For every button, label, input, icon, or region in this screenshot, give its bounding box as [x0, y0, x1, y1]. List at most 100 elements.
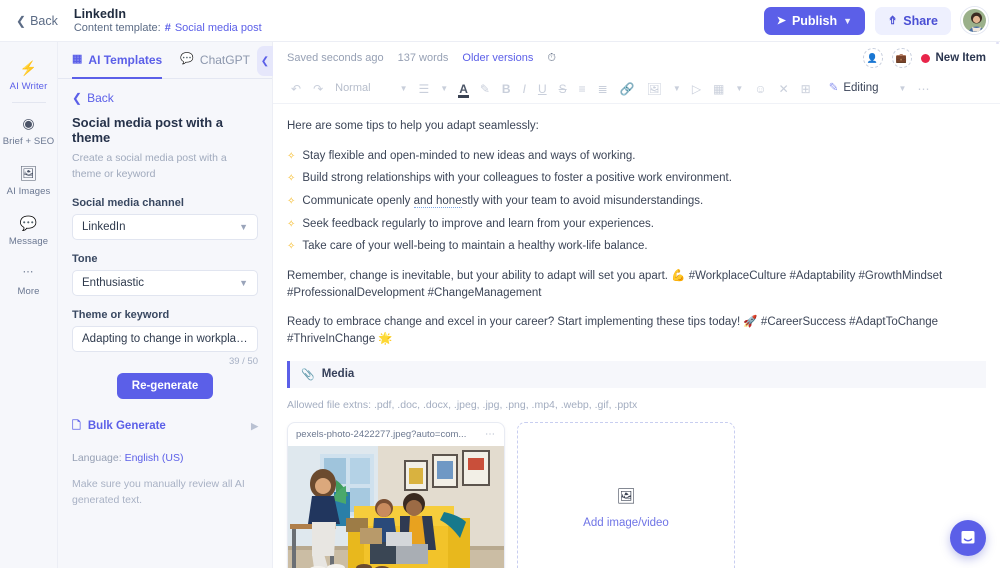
tips-list: ✧ Stay flexible and open-minded to new i…: [287, 148, 986, 255]
chevron-down-icon[interactable]: ▼: [435, 84, 453, 93]
rail-item-ai-images[interactable]: 🖼 AI Images: [0, 155, 58, 205]
chevron-down-icon: ▼: [843, 15, 853, 26]
tab-chatgpt[interactable]: 💬 ChatGPT: [180, 42, 250, 79]
social-media-channel-select[interactable]: LinkedIn ▼: [72, 213, 258, 240]
rail-item-more[interactable]: ⋯ More: [0, 255, 58, 305]
template-title: Social media post with a theme: [72, 115, 223, 145]
link-icon[interactable]: 🔗: [614, 83, 641, 95]
image-icon: 🖼: [19, 164, 38, 181]
editor-meta-bar: Saved seconds ago 137 words Older versio…: [273, 42, 1000, 74]
stock-photo-office-lounge: [288, 445, 504, 568]
document-content[interactable]: Here are some tips to help you adapt sea…: [273, 104, 1000, 568]
emoji-icon[interactable]: ☺: [748, 83, 772, 95]
chevron-left-icon: ❮: [260, 55, 270, 67]
undo-icon[interactable]: ↶: [285, 83, 307, 95]
input-value: Adapting to change in workplace culture: [82, 332, 248, 345]
rail-item-brief-seo[interactable]: ◉ Brief + SEO: [0, 105, 58, 155]
publish-button[interactable]: ➤ Publish ▼: [763, 6, 866, 35]
star-bullet-icon: ✧: [287, 150, 296, 162]
content-template-line: Content template: # Social media post: [74, 22, 262, 34]
tab-ai-templates[interactable]: ▦ AI Templates: [72, 42, 163, 79]
insert-image-icon[interactable]: 🖼: [641, 83, 668, 95]
ai-disclaimer: Make sure you manually review all AI gen…: [72, 477, 245, 506]
list-item: ✧ Build strong relationships with your c…: [287, 170, 986, 187]
avatar[interactable]: [961, 7, 988, 34]
more-options-icon[interactable]: ⋯: [911, 83, 936, 95]
back-button[interactable]: ❮ Back: [10, 10, 64, 32]
paperclip-icon: 📎: [301, 368, 315, 381]
redo-icon[interactable]: ↷: [307, 83, 329, 95]
insert-video-icon[interactable]: ▷: [686, 83, 707, 95]
chevron-down-icon[interactable]: ▼: [730, 84, 748, 93]
add-media-dropzone[interactable]: 🖼 Add image/video: [517, 421, 735, 568]
rail-item-ai-writer[interactable]: ⚡ AI Writer: [0, 50, 58, 100]
highlight-icon[interactable]: ✎: [474, 83, 496, 95]
version-history-icon[interactable]: ⏱: [547, 52, 556, 65]
tab-label: ChatGPT: [199, 52, 250, 67]
word-count: 137 words: [397, 52, 449, 64]
theme-keyword-input[interactable]: Adapting to change in workplace culture: [72, 325, 258, 352]
rail-item-label: AI Writer: [9, 81, 48, 92]
image-placeholder-icon: 🖼: [616, 487, 636, 505]
panel-tabs: ▦ AI Templates 💬 ChatGPT: [58, 42, 272, 79]
paragraph-hashtags-1: Remember, change is inevitable, but your…: [287, 270, 943, 299]
list-item-label: Communicate openly and honestly with you…: [302, 195, 704, 209]
rail-divider: [11, 102, 46, 103]
italic-icon[interactable]: I: [517, 83, 532, 95]
main-row: ⚡ AI Writer ◉ Brief + SEO 🖼 AI Images 💬 …: [0, 42, 1000, 568]
panel-back-button[interactable]: ❮ Back: [72, 91, 258, 105]
bulk-generate-button[interactable]: 🗋 Bulk Generate ▶: [72, 417, 258, 436]
rail-item-label: AI Images: [6, 186, 51, 197]
bulleted-list-icon[interactable]: ≡: [573, 83, 592, 95]
chevron-down-icon[interactable]: ▼: [395, 84, 413, 93]
collapse-panel-button[interactable]: ❮: [257, 46, 273, 76]
older-versions-link[interactable]: Older versions: [462, 52, 533, 64]
scrollbar-thumb[interactable]: [996, 42, 999, 44]
align-icon[interactable]: ☰: [413, 83, 436, 95]
underline-icon[interactable]: U: [532, 83, 553, 95]
numbered-list-icon[interactable]: ≣: [592, 83, 614, 95]
panel-body: ❮ Back Social media post with a theme Cr…: [58, 79, 272, 518]
media-options-icon[interactable]: ⋯: [485, 429, 496, 440]
new-item-button[interactable]: New Item: [920, 52, 986, 64]
tab-label: AI Templates: [88, 52, 163, 67]
publish-button-label: Publish: [791, 13, 838, 28]
grammar-suggestion[interactable]: and hone: [413, 195, 462, 209]
chat-bubbles-icon: 💬: [180, 53, 194, 65]
language-value[interactable]: English (US): [125, 452, 184, 464]
editing-mode-button[interactable]: ✎ Editing: [823, 82, 885, 95]
rail-item-label: Message: [8, 236, 49, 247]
add-briefcase-icon[interactable]: 💼: [891, 48, 912, 68]
add-collaborator-icon[interactable]: 👤: [862, 48, 883, 68]
share-button[interactable]: ⇮ Share: [875, 6, 951, 35]
clear-formatting-icon[interactable]: ✕: [773, 83, 795, 95]
insert-table-icon[interactable]: ▦: [707, 83, 730, 95]
rail-item-message[interactable]: 💬 Message: [0, 205, 58, 255]
media-section-header: 📎 Media: [287, 360, 986, 388]
chevron-down-icon[interactable]: ▼: [885, 84, 912, 93]
grid-icon: ▦: [72, 53, 83, 65]
content-template-link[interactable]: Social media post: [175, 22, 262, 34]
ellipsis-icon: ⋯: [22, 266, 35, 278]
select-value: Enthusiastic: [82, 276, 145, 289]
editor-scrollbar[interactable]: [995, 42, 1000, 568]
page-title: LinkedIn: [73, 7, 127, 21]
font-color-icon[interactable]: A: [453, 83, 474, 98]
tone-select[interactable]: Enthusiastic ▼: [72, 269, 258, 296]
top-bar-actions: ➤ Publish ▼ ⇮ Share: [763, 6, 988, 35]
paragraph-style-select[interactable]: Normal: [329, 83, 394, 94]
editor-toolbar: ↶ ↷ Normal ▼ ☰ ▼ A ✎ B I U S ≡ ≣ 🔗 🖼 ▼ ▷…: [273, 74, 1000, 104]
list-item: ✧ Communicate openly and honestly with y…: [287, 193, 986, 210]
strikethrough-icon[interactable]: S: [553, 83, 573, 95]
bold-icon[interactable]: B: [496, 83, 517, 95]
chat-launcher-button[interactable]: [950, 520, 986, 556]
send-icon: ➤: [776, 15, 786, 27]
template-description: Create a social media post with a theme …: [72, 152, 227, 180]
chevron-down-icon: ▼: [239, 277, 248, 288]
regenerate-button[interactable]: Re-generate: [116, 372, 214, 399]
chevron-down-icon[interactable]: ▼: [668, 84, 686, 93]
document-title-group: LinkedIn Content template: # Social medi…: [74, 7, 262, 34]
media-card[interactable]: pexels-photo-2422277.jpeg?auto=com... ⋯: [287, 421, 505, 568]
insert-widget-icon[interactable]: ⊞: [795, 83, 817, 95]
saved-status: Saved seconds ago: [287, 52, 384, 64]
